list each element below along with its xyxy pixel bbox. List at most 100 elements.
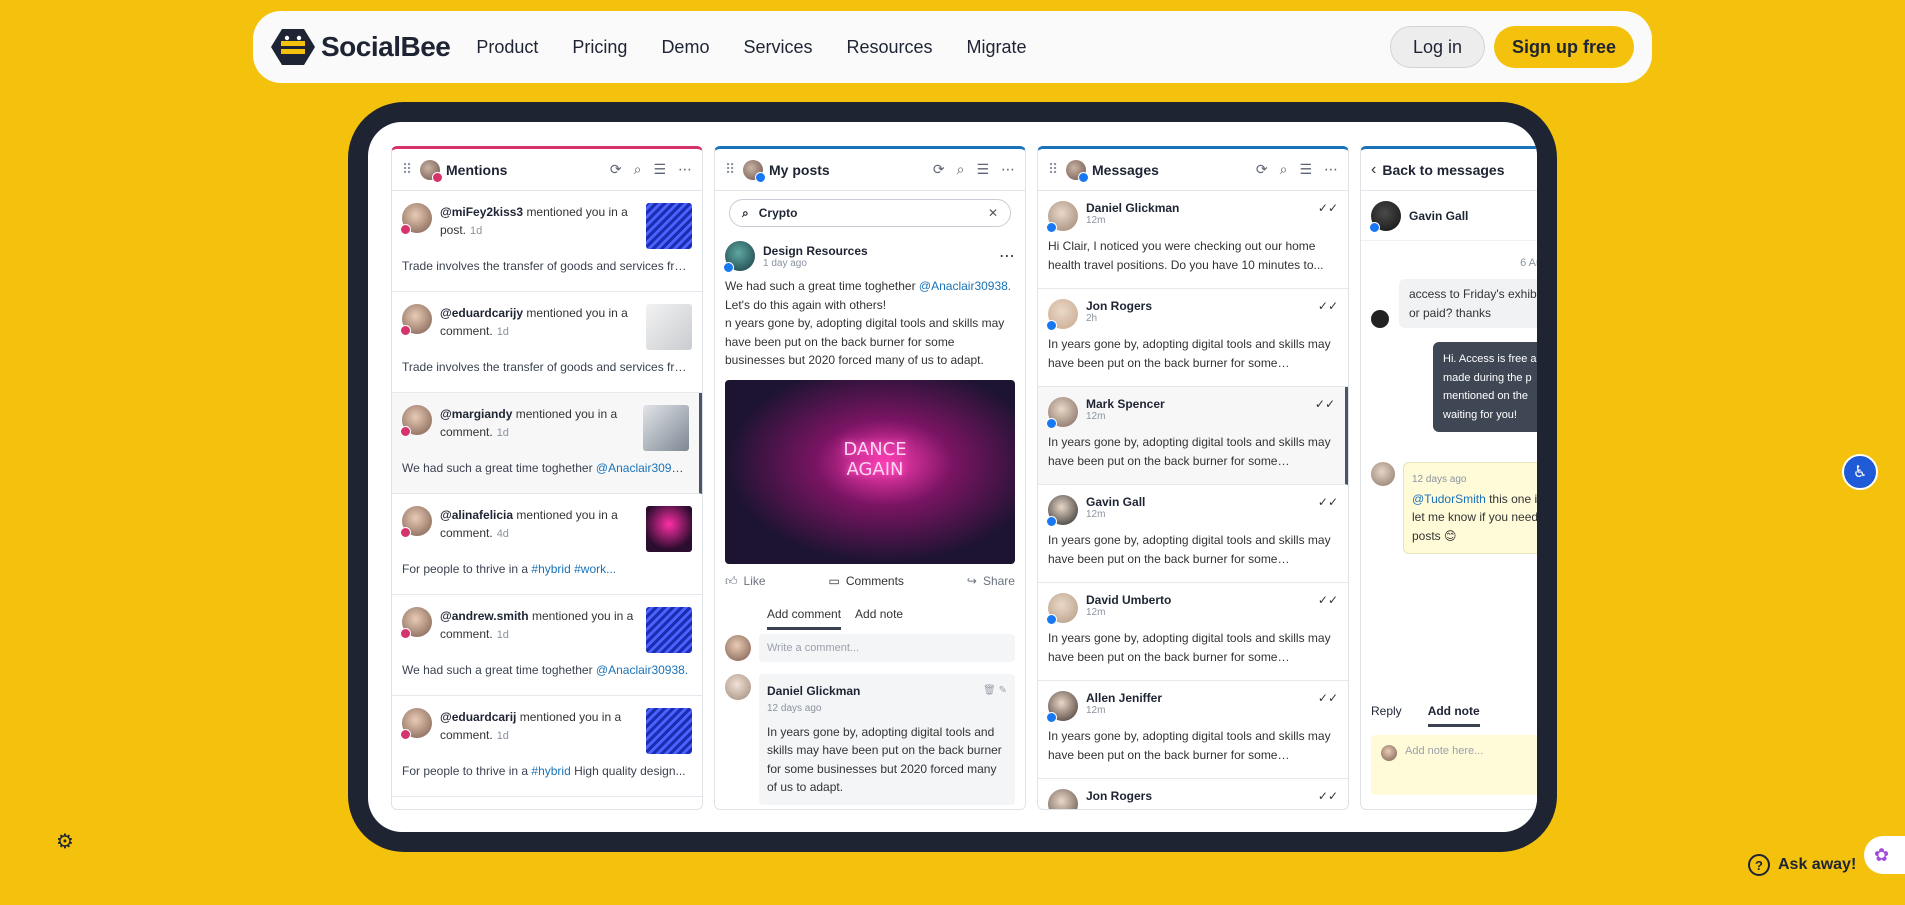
tab-reply[interactable]: Reply [1371,704,1402,727]
mention-link[interactable]: #hybrid [531,764,570,778]
nav-demo[interactable]: Demo [661,37,709,58]
clear-icon[interactable]: ✕ [988,206,998,220]
mention-item[interactable]: @eduardcarij mentioned you in a comment.… [392,696,702,797]
message-item[interactable]: Jon Rogers ✓✓ [1038,779,1348,809]
mention-link[interactable]: @Anaclair30938. [596,663,688,677]
double-check-icon: ✓✓ [1317,299,1338,313]
brain-icon[interactable]: ✿ [1864,836,1905,874]
mention-user: @andrew.smith [440,609,529,623]
refresh-icon[interactable]: ⟳ [610,161,622,178]
instagram-icon [400,628,411,639]
message-item[interactable]: Daniel Glickman 12m ✓✓ Hi Clair, I noticed … [1038,191,1348,289]
drag-handle-icon[interactable]: ⠿ [402,161,414,178]
filter-icon[interactable]: ☰ [976,161,989,178]
avatar [400,405,432,437]
more-icon[interactable]: ⋯ [1001,161,1015,178]
tab-add-note[interactable]: Add note [1427,704,1480,727]
mention-thumbnail[interactable] [646,607,692,653]
mention-user: @eduardcarij [440,710,517,724]
message-line: waiting for you! [1443,408,1517,421]
chat-user: Gavin Gall [1361,191,1537,241]
message-item[interactable]: Mark Spencer 12m ✓✓ In years gone by, adopt… [1038,387,1348,485]
refresh-icon[interactable]: ⟳ [933,161,945,178]
mention-time: 1d [470,225,483,237]
comment-tabs: Add comment Add note [715,599,1025,630]
tab-add-note[interactable]: Add note [855,607,903,630]
post-header: Design Resources 1 day ago ⋯ [715,235,1025,277]
share-button[interactable]: ↪ Share [967,574,1015,589]
mention-thumbnail[interactable] [646,203,692,249]
messages-header: ⠿ Messages ⟳ ⌕ ☰ ⋯ [1038,149,1348,191]
internal-note: 12 days ago @TudorSmith this one i let m… [1403,462,1537,554]
message-item[interactable]: Allen Jeniffer 12m ✓✓ In years gone by, ado… [1038,681,1348,779]
more-icon[interactable]: ⋯ [1324,161,1338,178]
mention-body-text: Trade involves the transfer of goods and… [402,259,692,273]
nav-resources[interactable]: Resources [846,37,932,58]
message-line: or paid? thanks [1409,305,1492,320]
trash-edit-icon[interactable]: 🗑 ✎ [983,682,1007,701]
more-icon[interactable]: ⋯ [999,246,1015,266]
mention-item[interactable]: @andrew.smith mentioned you in a comment… [392,595,702,696]
mention-time: 1d [496,730,509,742]
refresh-icon[interactable]: ⟳ [1256,161,1268,178]
mention-thumbnail[interactable] [646,304,692,350]
double-check-icon: ✓✓ [1317,789,1338,803]
search-icon[interactable]: ⌕ [634,161,642,178]
comment-author: Daniel Glickman [767,683,861,698]
message-item[interactable]: Jon Rogers 2h ✓✓ In years gone by, adopting… [1038,289,1348,387]
post-author[interactable]: Design Resources [763,244,868,258]
ask-away-button[interactable]: ? Ask away! [1748,854,1856,876]
login-button[interactable]: Log in [1389,26,1485,68]
mention-thumbnail[interactable] [646,708,692,754]
nav-migrate[interactable]: Migrate [967,37,1027,58]
chat-date: 6 Aug 2022, 1 [1520,257,1537,269]
mention-link[interactable]: @Anaclair30938... [596,461,689,475]
avatar [725,673,751,700]
message-sender: Daniel Glickman [1086,201,1180,215]
comments-button[interactable]: ▭ Comments [829,574,904,589]
mention-link[interactable]: #hybrid #work... [531,562,616,576]
more-icon[interactable]: ⋯ [678,161,692,178]
post-image[interactable]: DANCE AGAIN [725,379,1015,564]
tab-add-comment[interactable]: Add comment [767,607,842,630]
filter-icon[interactable]: ☰ [1299,161,1312,178]
filter-icon[interactable]: ☰ [653,161,666,178]
signup-button[interactable]: Sign up free [1493,26,1634,68]
mention-item[interactable]: @miFey2kiss3 mentioned you in a post. 1d T… [392,191,702,292]
nav-product[interactable]: Product [476,37,538,58]
message-time: 12m [1086,411,1106,422]
avatar [1046,593,1078,625]
drag-handle-icon[interactable]: ⠿ [1048,161,1060,178]
nav-pricing[interactable]: Pricing [572,37,627,58]
message-item[interactable]: David Umberto 12m ✓✓ In years gone by, adop… [1038,583,1348,681]
bee-logo-icon [271,29,315,65]
note-input[interactable]: Add note here... [1371,735,1537,795]
nav-services[interactable]: Services [743,37,812,58]
posts-header: ⠿ My posts ⟳ ⌕ ☰ ⋯ [715,149,1025,191]
avatar [1046,397,1078,429]
posts-search-input[interactable]: ⌕ Crypto ✕ [729,199,1011,227]
message-item[interactable]: Gavin Gall 12m ✓✓ In years gone by, adoptin… [1038,485,1348,583]
comment-input[interactable]: Write a comment... [759,633,1015,662]
mention-item[interactable]: @eduardcarijy mentioned you in a comment… [392,292,702,393]
mention-body-text: For people to thrive in a [402,764,532,778]
search-icon[interactable]: ⌕ [957,161,965,178]
back-to-messages-link[interactable]: Back to messages [1382,162,1537,178]
mention-link[interactable]: @Anaclair30938. [919,279,1011,293]
mention-time: 1d [496,629,509,641]
drag-handle-icon[interactable]: ⠿ [725,161,737,178]
mention-item[interactable]: @alinafelicia mentioned you in a comment… [392,494,702,595]
gear-icon[interactable]: ⚙ [56,829,74,854]
mention-item[interactable]: @margiandy mentioned you in a comment. 1d… [392,393,702,494]
mention-thumbnail[interactable] [643,405,689,451]
mention-thumbnail[interactable] [646,506,692,552]
instagram-icon [400,224,411,235]
search-icon[interactable]: ⌕ [1280,161,1288,178]
brand-logo[interactable]: SocialBee [271,27,451,67]
message-sender: Mark Spencer [1086,397,1165,411]
accessibility-icon[interactable]: ♿︎ [1842,454,1878,490]
mention-link[interactable]: @TudorSmith [1412,492,1486,506]
like-button[interactable]: 👍︎ Like [725,574,766,589]
chevron-left-icon[interactable]: ‹ [1371,161,1376,179]
facebook-icon [1046,516,1057,527]
